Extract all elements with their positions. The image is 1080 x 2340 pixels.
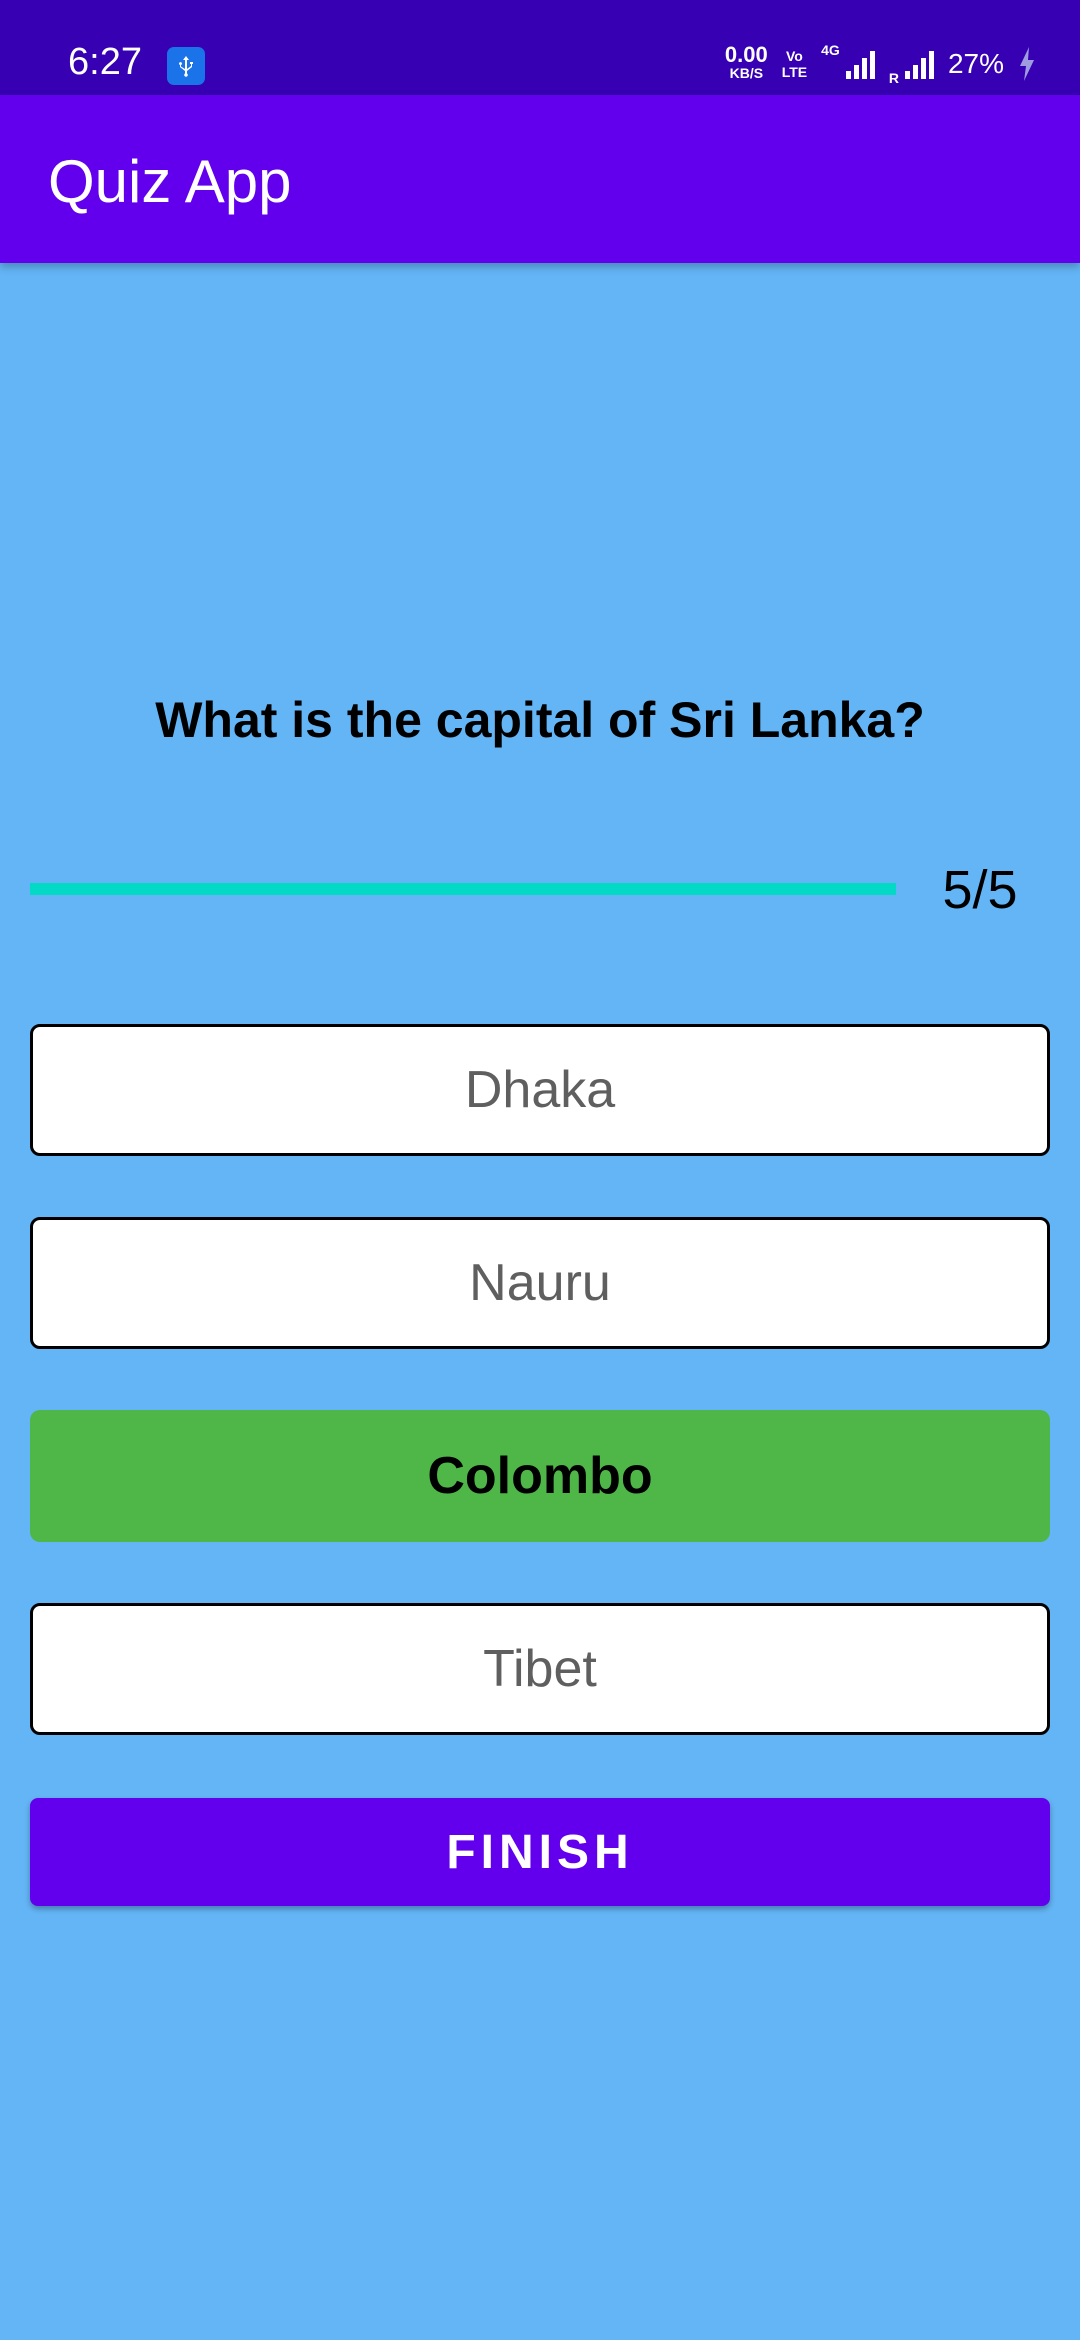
option-button-2[interactable]: Nauru [30, 1217, 1050, 1349]
app-title: Quiz App [48, 148, 292, 215]
volte-icon: Vo LTE [781, 48, 808, 80]
lightning-icon [1020, 47, 1034, 81]
option-button-1[interactable]: Dhaka [30, 1024, 1050, 1156]
battery-percent: 27% [947, 48, 1004, 79]
quiz-progress-bar [30, 883, 896, 895]
network-type-label: 4G [821, 42, 840, 58]
network-speed: 0.00 KB/S [724, 42, 768, 82]
status-bar: 6:27 0.00 KB/S Vo LTE 4G R 27% [0, 0, 1080, 95]
status-time: 6:27 [68, 41, 142, 83]
signal-icon-sim1 [845, 49, 875, 79]
roaming-label: R [888, 70, 899, 86]
app-bar: Quiz App [0, 95, 1080, 263]
usb-icon [167, 47, 205, 85]
question-text: What is the capital of Sri Lanka? [155, 692, 925, 748]
option-button-3[interactable]: Colombo [30, 1410, 1050, 1542]
finish-button[interactable]: FINISH [30, 1798, 1050, 1906]
status-indicators: 0.00 KB/S Vo LTE 4G R 27% [725, 42, 1036, 86]
option-button-4[interactable]: Tibet [30, 1603, 1050, 1735]
progress-counter: 5/5 [942, 860, 1018, 920]
quiz-progress-fill [30, 883, 896, 895]
signal-icon-sim2 [904, 49, 934, 79]
